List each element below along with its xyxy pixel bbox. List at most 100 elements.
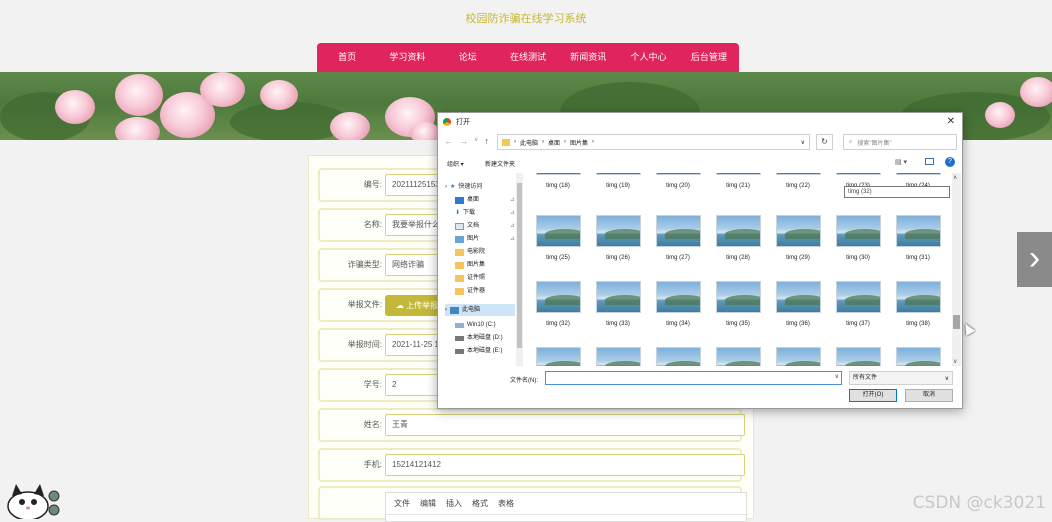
view-options-icon[interactable]: ▤ ▾ (895, 158, 907, 166)
file-tile[interactable]: timg (20) (654, 173, 702, 189)
address-bar[interactable]: › 此电脑 › 桌面 › 图片集 › ∨ (497, 134, 810, 150)
file-tile[interactable]: timg (19) (594, 173, 642, 189)
nav-documents-label: 文档 (467, 223, 480, 229)
file-tile[interactable]: timg (31) (894, 215, 942, 261)
editor-menu-insert[interactable]: 插入 (446, 498, 462, 509)
up-arrow-icon[interactable]: ↑ (484, 136, 489, 146)
file-tile[interactable]: timg (21) (714, 173, 762, 189)
preview-pane-icon[interactable] (925, 158, 934, 165)
nav-pictures-label: 图片 (467, 236, 480, 242)
close-icon[interactable]: ✕ (947, 116, 955, 127)
nav-this-pc[interactable]: › 此电脑 (445, 304, 515, 316)
file-thumbnail (775, 173, 821, 175)
file-tile[interactable]: timg (33) (594, 281, 642, 327)
file-name: timg (25) (546, 255, 570, 261)
file-tile[interactable] (594, 347, 642, 366)
file-type-select[interactable]: 所有文件 ∨ (849, 371, 953, 385)
file-tile[interactable]: timg (22) (774, 173, 822, 189)
nav-item-forum[interactable]: 论坛 (438, 43, 498, 72)
scroll-down-icon[interactable]: ∨ (953, 358, 957, 365)
student-name-input[interactable]: 王青 (385, 414, 745, 436)
editor-menu-format[interactable]: 格式 (472, 498, 488, 509)
back-arrow-icon[interactable]: ← (444, 136, 453, 146)
file-tile[interactable] (894, 347, 942, 366)
refresh-icon[interactable]: ↻ (816, 134, 833, 150)
file-tile[interactable]: timg (35) (714, 281, 762, 327)
file-tile[interactable]: timg (18) (534, 173, 582, 189)
scroll-up-icon[interactable]: ∧ (953, 174, 957, 181)
nav-drive-e[interactable]: 本地磁盘 (E:) (455, 345, 502, 357)
file-tile[interactable] (834, 347, 882, 366)
file-tile[interactable] (774, 347, 822, 366)
nav-folder-picture-set[interactable]: 图片集 (455, 259, 485, 271)
editor-menu-file[interactable]: 文件 (394, 498, 410, 509)
cancel-button[interactable]: 取消 (905, 389, 953, 402)
search-placeholder: 搜索"图片集" (857, 140, 892, 147)
breadcrumb-desktop[interactable]: 桌面 (548, 138, 560, 147)
file-tile[interactable]: timg (34) (654, 281, 702, 327)
nav-pictures[interactable]: 图片 ⊿ (455, 233, 515, 245)
file-tile[interactable]: timg (36) (774, 281, 822, 327)
editor-menu-edit[interactable]: 编辑 (420, 498, 436, 509)
document-icon (455, 222, 464, 230)
breadcrumb-this-pc[interactable]: 此电脑 (520, 138, 538, 147)
breadcrumb-picture-set[interactable]: 图片集 (570, 138, 588, 147)
address-dropdown-icon[interactable]: ∨ (801, 139, 805, 146)
nav-quick-access[interactable]: › ★ 快速访问 (445, 181, 482, 193)
file-grid-scrollbar[interactable]: ∧ ∨ (952, 173, 961, 366)
organize-button[interactable]: 组织 ▾ (447, 159, 464, 168)
nav-drive-c[interactable]: Win10 (C:) (455, 319, 496, 331)
nav-pane-scrollbar[interactable] (516, 173, 523, 366)
phone-input[interactable]: 15214121412 (385, 454, 745, 476)
file-thumbnail (535, 281, 581, 313)
forward-arrow-icon[interactable]: → (459, 136, 468, 146)
editor-menu-table[interactable]: 表格 (498, 498, 514, 509)
next-slide-button[interactable]: › (1017, 232, 1052, 287)
cloud-upload-icon: ☁ (395, 301, 407, 310)
grid-scrollbar-thumb[interactable] (953, 315, 960, 329)
nav-folder-id-tool[interactable]: 证件器 (455, 285, 485, 297)
nav-documents[interactable]: 文档 ⊿ (455, 220, 515, 232)
file-tile[interactable] (534, 347, 582, 366)
file-name: timg (20) (666, 183, 690, 189)
file-tile[interactable]: timg (38) (894, 281, 942, 327)
help-icon[interactable]: ? (945, 157, 955, 167)
nav-scrollbar-thumb[interactable] (517, 183, 522, 348)
folder-icon (455, 248, 464, 256)
chevron-down-icon[interactable]: ∨ (835, 373, 839, 380)
new-folder-button[interactable]: 新建文件夹 (485, 159, 515, 168)
rich-text-editor[interactable]: 文件 编辑 插入 格式 表格 (385, 492, 747, 522)
file-thumbnail (595, 215, 641, 247)
site-title: 校园防诈骗在线学习系统 (465, 13, 587, 25)
csdn-watermark: CSDN @ck3021 (912, 493, 1046, 513)
file-name: timg (34) (666, 321, 690, 327)
nav-item-admin[interactable]: 后台管理 (679, 43, 739, 72)
nav-drive-d[interactable]: 本地磁盘 (D:) (455, 332, 503, 344)
chevron-down-icon[interactable]: ∨ (474, 136, 478, 146)
file-tile[interactable]: timg (26) (594, 215, 642, 261)
nav-item-news[interactable]: 新闻资讯 (558, 43, 618, 72)
file-tile[interactable]: timg (25) (534, 215, 582, 261)
open-button[interactable]: 打开(O) (849, 389, 897, 402)
filename-input[interactable]: ∨ (545, 371, 842, 385)
nav-item-profile[interactable]: 个人中心 (618, 43, 678, 72)
file-tile[interactable]: timg (37) (834, 281, 882, 327)
nav-item-home[interactable]: 首页 (317, 43, 377, 72)
file-tile[interactable] (654, 347, 702, 366)
file-tile[interactable]: timg (27) (654, 215, 702, 261)
file-tile[interactable]: timg (30) (834, 215, 882, 261)
search-input[interactable]: ⌕ 搜索"图片集" (843, 134, 957, 150)
nav-desktop[interactable]: 桌面 ⊿ (455, 194, 515, 206)
file-tile[interactable]: timg (32) (534, 281, 582, 327)
file-tile[interactable]: timg (29) (774, 215, 822, 261)
nav-folder-cinema[interactable]: 电影院 (455, 246, 485, 258)
nav-folder-id-photo[interactable]: 证件照 (455, 272, 485, 284)
file-thumbnail (535, 173, 581, 175)
nav-item-online-test[interactable]: 在线测试 (498, 43, 558, 72)
nav-item-materials[interactable]: 学习资料 (377, 43, 437, 72)
pin-icon: ⊿ (510, 236, 516, 242)
nav-downloads[interactable]: ⬇ 下载 ⊿ (455, 207, 515, 219)
file-tile[interactable]: timg (28) (714, 215, 762, 261)
nav-folder-cinema-label: 电影院 (467, 249, 486, 255)
file-tile[interactable] (714, 347, 762, 366)
